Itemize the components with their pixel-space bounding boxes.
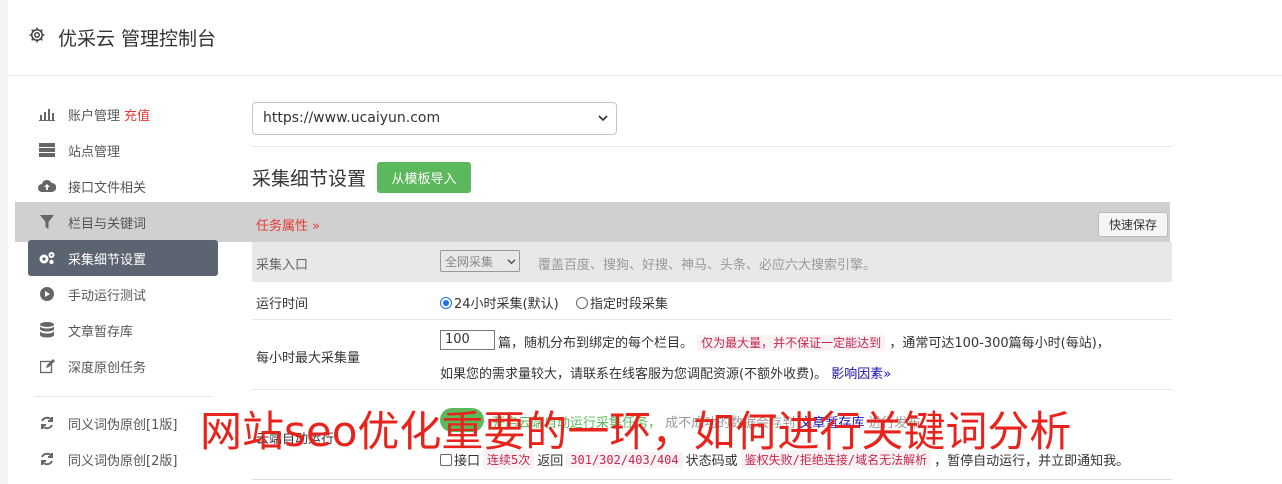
sidebar-item-columns[interactable]: 栏目与关键词 xyxy=(28,204,218,240)
sidebar-item-label: 接口文件相关 xyxy=(68,180,147,196)
filter-icon xyxy=(38,213,56,231)
recharge-link[interactable]: 充值 xyxy=(124,105,150,124)
row-runtime: 运行时间 24小时采集(默认) 指定时段采集 xyxy=(252,282,1172,320)
row-label: 每小时最大采集量 xyxy=(256,351,361,366)
watermark-title-overlay: 网站seo优化重要的一环，如何进行关键词分析 xyxy=(200,407,1072,456)
sidebar-item-article-store[interactable]: 文章暂存库 xyxy=(28,312,218,348)
row-max-per-hour: 每小时最大采集量 100 篇，随机分布到绑定的每个栏目。 仅为最大量，并不保证一… xyxy=(252,320,1172,390)
server-icon xyxy=(38,141,56,159)
text: ，通常可达100-300篇每小时(每站)， xyxy=(889,336,1110,351)
database-icon xyxy=(38,321,56,339)
gear-icon xyxy=(29,27,45,43)
collect-entry-desc: 覆盖百度、搜狗、好搜、神马、头条、必应六大搜索引擎。 xyxy=(538,258,877,273)
collect-entry-value: 全网采集 xyxy=(445,255,494,269)
radio-dot xyxy=(576,296,588,309)
sidebar-item-deep-original[interactable]: 深度原创任务 xyxy=(28,348,218,384)
sidebar-item-label: 同义词伪原创[1版] xyxy=(68,417,178,433)
sidebar-item-collect-settings[interactable]: 采集细节设置 xyxy=(28,240,218,276)
max-per-hour-text: 篇，随机分布到绑定的每个栏目。 仅为最大量，并不保证一定能达到 ，通常可达100… xyxy=(498,332,1110,351)
max-per-hour-text-2: 如果您的需求量较大，请联系在线客服为您调配资源(不额外收费)。 影响因素» xyxy=(440,363,891,382)
radio-24h[interactable]: 24小时采集(默认) xyxy=(440,293,559,312)
sidebar-item-label: 手动运行测试 xyxy=(68,288,147,304)
max-per-hour-input[interactable]: 100 xyxy=(440,330,495,350)
sidebar-item-label: 同义词伪原创[2版] xyxy=(68,453,178,469)
refresh-icon xyxy=(38,450,56,468)
sidebar-item-label: 文章暂存库 xyxy=(68,324,134,340)
play-circle-icon xyxy=(38,285,56,303)
radio-label: 指定时段采集 xyxy=(590,297,669,312)
radio-label: 24小时采集(默认) xyxy=(454,297,559,312)
sidebar-item-label: 栏目与关键词 xyxy=(68,216,147,232)
row-label: 采集入口 xyxy=(256,258,309,273)
edit-icon xyxy=(38,357,56,375)
influence-factors-link[interactable]: 影响因素» xyxy=(831,367,891,382)
sidebar-item-label: 站点管理 xyxy=(68,144,121,160)
collect-entry-select[interactable]: 全网采集 xyxy=(440,250,520,272)
sidebar-divider xyxy=(34,396,212,397)
sidebar: 账户管理 充值 站点管理 接口文件相关 栏目与关键词 采集细节设置 手动运行测试 xyxy=(28,96,218,477)
text: 如果您的需求量较大，请联系在线客服为您调配资源(不额外收费)。 xyxy=(440,367,828,382)
sidebar-item-synonym-v2[interactable]: 同义词伪原创[2版] xyxy=(28,441,218,477)
row-collect-entry: 采集入口 全网采集 覆盖百度、搜狗、好搜、神马、头条、必应六大搜索引擎。 xyxy=(252,242,1172,282)
sidebar-item-sites[interactable]: 站点管理 xyxy=(28,132,218,168)
refresh-icon xyxy=(38,414,56,432)
quick-save-button[interactable]: 快速保存 xyxy=(1098,212,1168,237)
sidebar-item-label: 深度原创任务 xyxy=(68,360,147,376)
task-properties-toggle[interactable]: 任务属性 » xyxy=(256,215,320,234)
chevron-down-icon xyxy=(507,259,516,265)
page-title: 优采云 管理控制台 xyxy=(58,28,217,50)
row-label: 运行时间 xyxy=(256,297,309,312)
import-template-button[interactable]: 从模板导入 xyxy=(377,162,471,193)
sidebar-item-manual-run[interactable]: 手动运行测试 xyxy=(28,276,218,312)
cloud-upload-icon xyxy=(38,177,56,195)
radio-dot xyxy=(440,296,452,309)
sidebar-item-synonym-v1[interactable]: 同义词伪原创[1版] xyxy=(28,405,218,441)
section-title: 采集细节设置 xyxy=(252,168,367,190)
site-select[interactable]: https://www.ucaiyun.com xyxy=(252,102,617,135)
sidebar-item-label: 账户管理 xyxy=(68,108,121,124)
sidebar-item-label: 采集细节设置 xyxy=(68,252,147,268)
divider xyxy=(252,146,1172,147)
chevron-down-icon xyxy=(598,115,608,122)
site-select-value: https://www.ucaiyun.com xyxy=(263,110,441,126)
radio-scheduled[interactable]: 指定时段采集 xyxy=(576,293,668,312)
bar-chart-icon xyxy=(38,105,56,123)
sidebar-item-interface[interactable]: 接口文件相关 xyxy=(28,168,218,204)
text: 篇，随机分布到绑定的每个栏目。 xyxy=(498,336,694,351)
max-note-code: 仅为最大量，并不保证一定能达到 xyxy=(697,335,886,351)
cogs-icon xyxy=(38,249,56,267)
sidebar-item-account[interactable]: 账户管理 充值 xyxy=(28,96,218,132)
header: 优采云 管理控制台 xyxy=(8,0,1282,76)
